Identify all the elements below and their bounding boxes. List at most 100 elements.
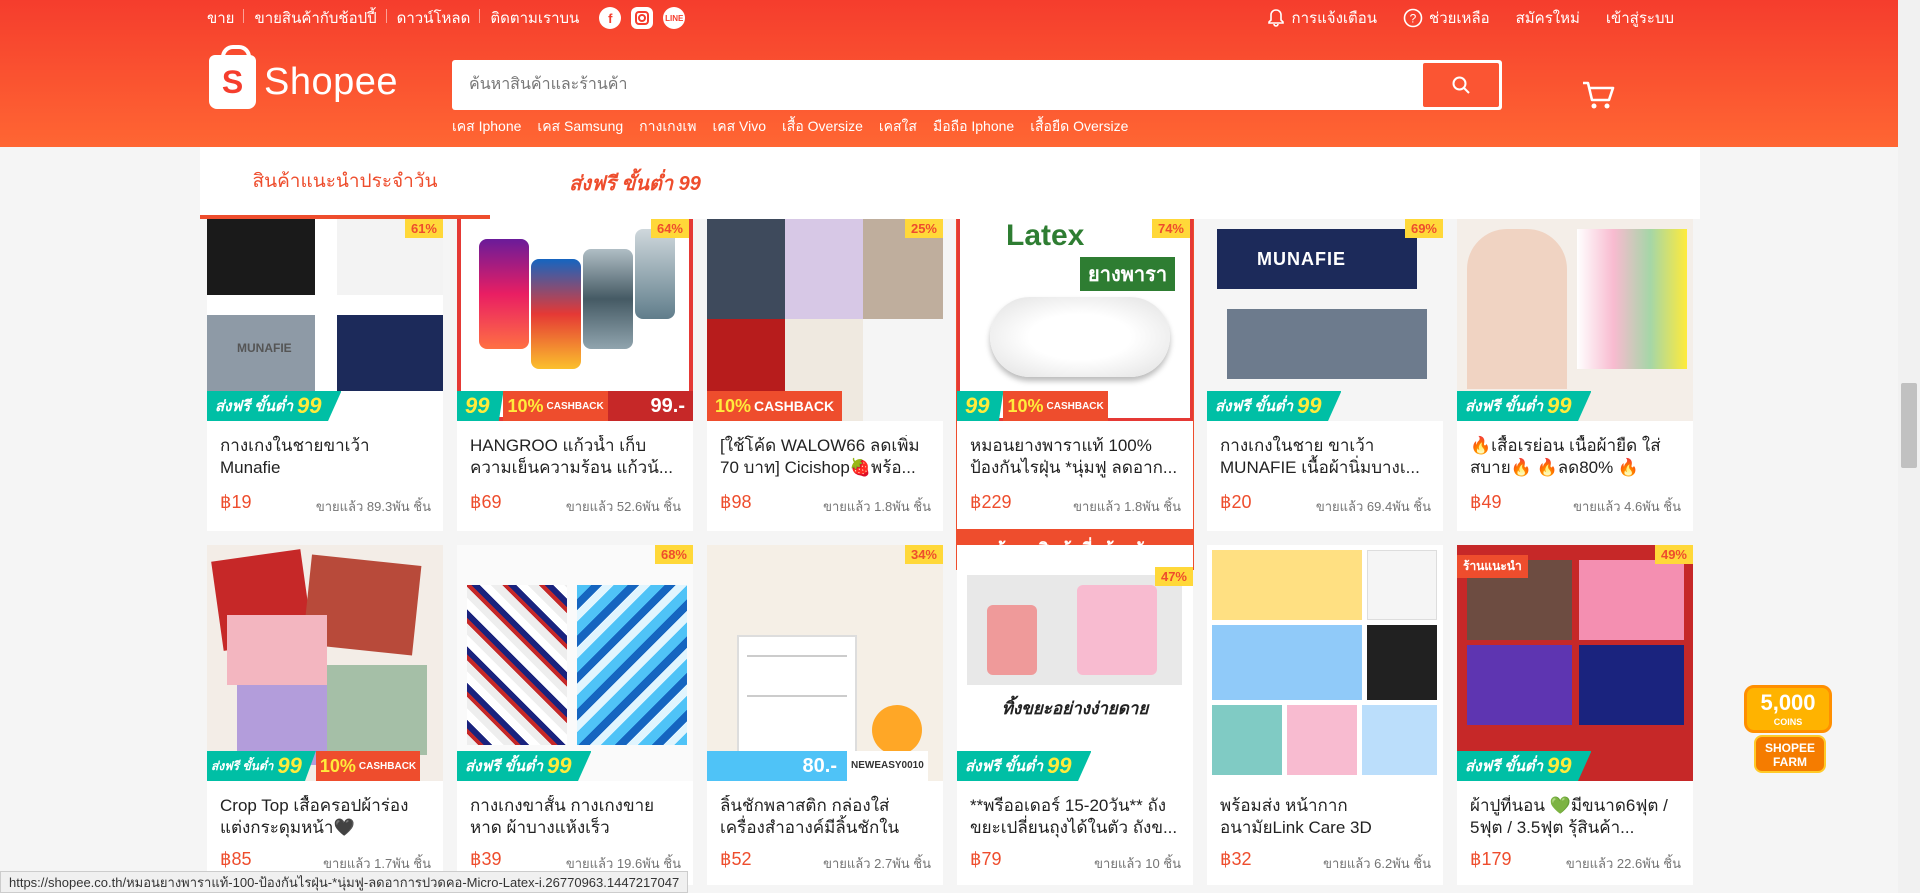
product-price: ฿39	[470, 849, 502, 869]
sold-count: ขายแล้ว 1.8พัน ชิ้น	[1073, 499, 1181, 514]
cashback-tag: 10% CASHBACK	[503, 391, 608, 421]
shopee-farm-widget[interactable]: 5,000 COINS SHOPEE FARM	[1744, 685, 1832, 777]
brand-latex: Latex	[1006, 219, 1085, 252]
sold-count: ขายแล้ว 89.3พัน ชิ้น	[315, 499, 431, 514]
free-ship-text: ส่งฟรี ขั้นต่ำ	[965, 758, 1043, 775]
cashback-text: CASHBACK	[358, 760, 417, 772]
sell-link[interactable]: ขาย	[207, 6, 245, 30]
product-card[interactable]: MUNAFIE 69% ส่งฟรี ขั้นต่ำ 99 กางเกงในชาย…	[1207, 219, 1443, 531]
sold-count: ขายแล้ว 69.4พัน ชิ้น	[1315, 499, 1431, 514]
sold-count: ขายแล้ว 10 ชิ้น	[1094, 856, 1181, 871]
discount-badge: 61%	[404, 219, 443, 238]
discount-badge: 68%	[654, 545, 693, 564]
cashback-text: CASHBACK	[754, 398, 835, 414]
shipping-promo-bar: ส่งฟรี ขั้นต่ำ 99	[1457, 751, 1693, 781]
free-ship-text: ส่งฟรี ขั้นต่ำ	[1465, 398, 1543, 415]
shipping-promo-bar: ส่งฟรี ขั้นต่ำ 99	[957, 751, 1193, 781]
tab-free-shipping[interactable]: ส่งฟรี ขั้นต่ำ 99	[490, 147, 780, 219]
search-input[interactable]	[455, 63, 1423, 107]
cashback-percent: 10%	[1007, 395, 1044, 416]
product-card[interactable]: 64% 99 10% CASHBACK 99.- HANGROO แก้วน้ำ …	[457, 219, 693, 531]
cashback-percent: 10%	[507, 395, 544, 416]
product-title: [ใช้โค้ด WALOW66 ลดเพิ่ม 70 บาท] Cicisho…	[720, 436, 920, 477]
free-ship-text: ส่งฟรี ขั้นต่ำ	[215, 398, 293, 415]
product-card[interactable]: Latex ยางพารา 74% 99 10% CASHBACK หมอนยาง…	[957, 219, 1193, 569]
sold-count: ขายแล้ว 6.2พัน ชิ้น	[1323, 856, 1431, 871]
product-price: ฿19	[220, 492, 252, 512]
line-icon[interactable]: LINE	[663, 7, 686, 29]
product-card[interactable]: ร้านแนะนำ 49% ส่งฟรี ขั้นต่ำ 99 ผ้าปูที่น…	[1457, 545, 1693, 885]
shipping-promo-bar: ส่งฟรี ขั้นต่ำ 99	[457, 751, 693, 781]
keyword-link[interactable]: เคสใส	[879, 116, 917, 138]
free-ship-min: 99	[277, 753, 302, 778]
keyword-link[interactable]: เสื้อ Oversize	[782, 116, 863, 138]
product-price: ฿32	[1220, 849, 1252, 869]
free-ship-min: 99	[1547, 393, 1572, 418]
notifications-link[interactable]: การแจ้งเตือน	[1253, 6, 1390, 30]
scrollbar-thumb[interactable]	[1901, 383, 1917, 468]
search-button[interactable]	[1423, 63, 1499, 107]
coins-badge: 5,000 COINS	[1744, 685, 1832, 733]
sell-with-shopee-link[interactable]: ขายสินค้ากับช้อปปี้	[244, 6, 387, 30]
keyword-link[interactable]: เคส Iphone	[452, 116, 521, 138]
free-ship-min: 99	[547, 753, 572, 778]
product-price: ฿179	[1470, 849, 1512, 869]
keyword-link[interactable]: กางเกงเพ	[639, 116, 696, 138]
help-link[interactable]: ? ช่วยเหลือ	[1390, 6, 1503, 30]
product-card[interactable]: 25% 10% CASHBACK [ใช้โค้ด WALOW66 ลดเพิ่ม…	[707, 219, 943, 531]
brand-print: MUNAFIE	[1257, 249, 1346, 269]
instagram-icon[interactable]	[631, 7, 654, 29]
product-card[interactable]: 34% 80.- NEWEASY0010 ลิ้นชักพลาสติก กล่อ…	[707, 545, 943, 885]
product-image	[207, 545, 443, 781]
login-link[interactable]: เข้าสู่ระบบ	[1593, 6, 1687, 30]
product-image	[1207, 545, 1443, 781]
product-title: 🔥เสื้อเรย่อน เนื้อผ้ายืด ใส่สบาย🔥 🔥ลด80%…	[1470, 436, 1661, 477]
header: ขาย ขายสินค้ากับช้อปปี้ ดาวน์โหลด ติดตาม…	[0, 0, 1898, 147]
discount-badge: 25%	[904, 219, 943, 238]
free-ship-min: 99	[1047, 753, 1072, 778]
brand-rubber: ยางพารา	[1080, 257, 1176, 291]
free-ship-tag: ส่งฟรี ขั้นต่ำ 99	[1457, 751, 1592, 781]
product-card[interactable]: MUNAFIE 61% ส่งฟรี ขั้นต่ำ 99 กางเกงในชาย…	[207, 219, 443, 531]
product-price: ฿20	[1220, 492, 1252, 512]
keyword-link[interactable]: เสื้อยืด Oversize	[1030, 116, 1128, 138]
product-card[interactable]: พร้อมส่ง หน้ากากอนามัยLink Care 3D Mask.…	[1207, 545, 1443, 885]
product-card[interactable]: ทิ้งขยะอย่างง่ายดาย 47% ส่งฟรี ขั้นต่ำ 99…	[957, 545, 1193, 885]
cashback-text: CASHBACK	[546, 400, 604, 412]
product-title: HANGROO แก้วน้ำ เก็บความเย็นความร้อน แก้…	[470, 436, 674, 477]
cashback-tag: 10% CASHBACK	[707, 391, 843, 421]
free-ship-tag: ส่งฟรี ขั้นต่ำ 99	[207, 751, 316, 781]
product-card[interactable]: ส่งฟรี ขั้นต่ำ 99 10% CASHBACK Crop Top เส…	[207, 545, 443, 885]
discount-badge: 69%	[1404, 219, 1443, 238]
keyword-link[interactable]: เคส Samsung	[537, 116, 623, 138]
follow-us-label: ติดตามเราบน	[490, 10, 580, 27]
free-ship-min: 99	[297, 393, 322, 418]
tab-daily-discover[interactable]: สินค้าแนะนำประจำวัน	[200, 147, 490, 219]
register-link[interactable]: สมัครใหม่	[1503, 6, 1593, 30]
page-scrollbar[interactable]	[1898, 0, 1920, 893]
free-ship-tag: ส่งฟรี ขั้นต่ำ 99	[1457, 391, 1592, 421]
keyword-link[interactable]: มือถือ Iphone	[933, 116, 1014, 138]
free-ship-min: 99	[1297, 393, 1322, 418]
product-price: ฿98	[720, 492, 752, 512]
browser-status-url: https://shopee.co.th/หมอนยางพาราแท้-100-…	[0, 871, 689, 893]
top-bar: ขาย ขายสินค้ากับช้อปปี้ ดาวน์โหลด ติดตาม…	[207, 6, 1687, 30]
download-link[interactable]: ดาวน์โหลด	[387, 6, 481, 30]
product-card[interactable]: ส่งฟรี ขั้นต่ำ 99 🔥เสื้อเรย่อน เนื้อผ้ายื…	[1457, 219, 1693, 531]
keyword-link[interactable]: เคส Vivo	[712, 116, 766, 138]
notifications-label: การแจ้งเตือน	[1291, 10, 1378, 27]
discount-badge: 49%	[1654, 545, 1693, 564]
sold-count: ขายแล้ว 2.7พัน ชิ้น	[823, 856, 931, 871]
brand-print: MUNAFIE	[237, 341, 292, 355]
product-price: ฿52	[720, 849, 752, 869]
facebook-icon[interactable]: f	[599, 7, 622, 29]
recommendation-tabs: สินค้าแนะนำประจำวัน ส่งฟรี ขั้นต่ำ 99	[200, 147, 1700, 219]
product-title: Crop Top เสื้อครอปผ้าร่องแต่งกระดุมหน้า🖤	[220, 796, 409, 837]
product-card[interactable]: 68% ส่งฟรี ขั้นต่ำ 99 กางเกงขาสั้น กางเกง…	[457, 545, 693, 885]
shopee-logo[interactable]: S Shopee	[209, 45, 398, 109]
cashback-percent: 10%	[715, 395, 752, 416]
product-price: ฿85	[220, 849, 252, 869]
shipping-promo-bar: ส่งฟรี ขั้นต่ำ 99 10% CASHBACK	[207, 751, 443, 781]
cart-icon[interactable]	[1580, 76, 1616, 112]
free-ship-tag: 99	[957, 391, 1004, 421]
